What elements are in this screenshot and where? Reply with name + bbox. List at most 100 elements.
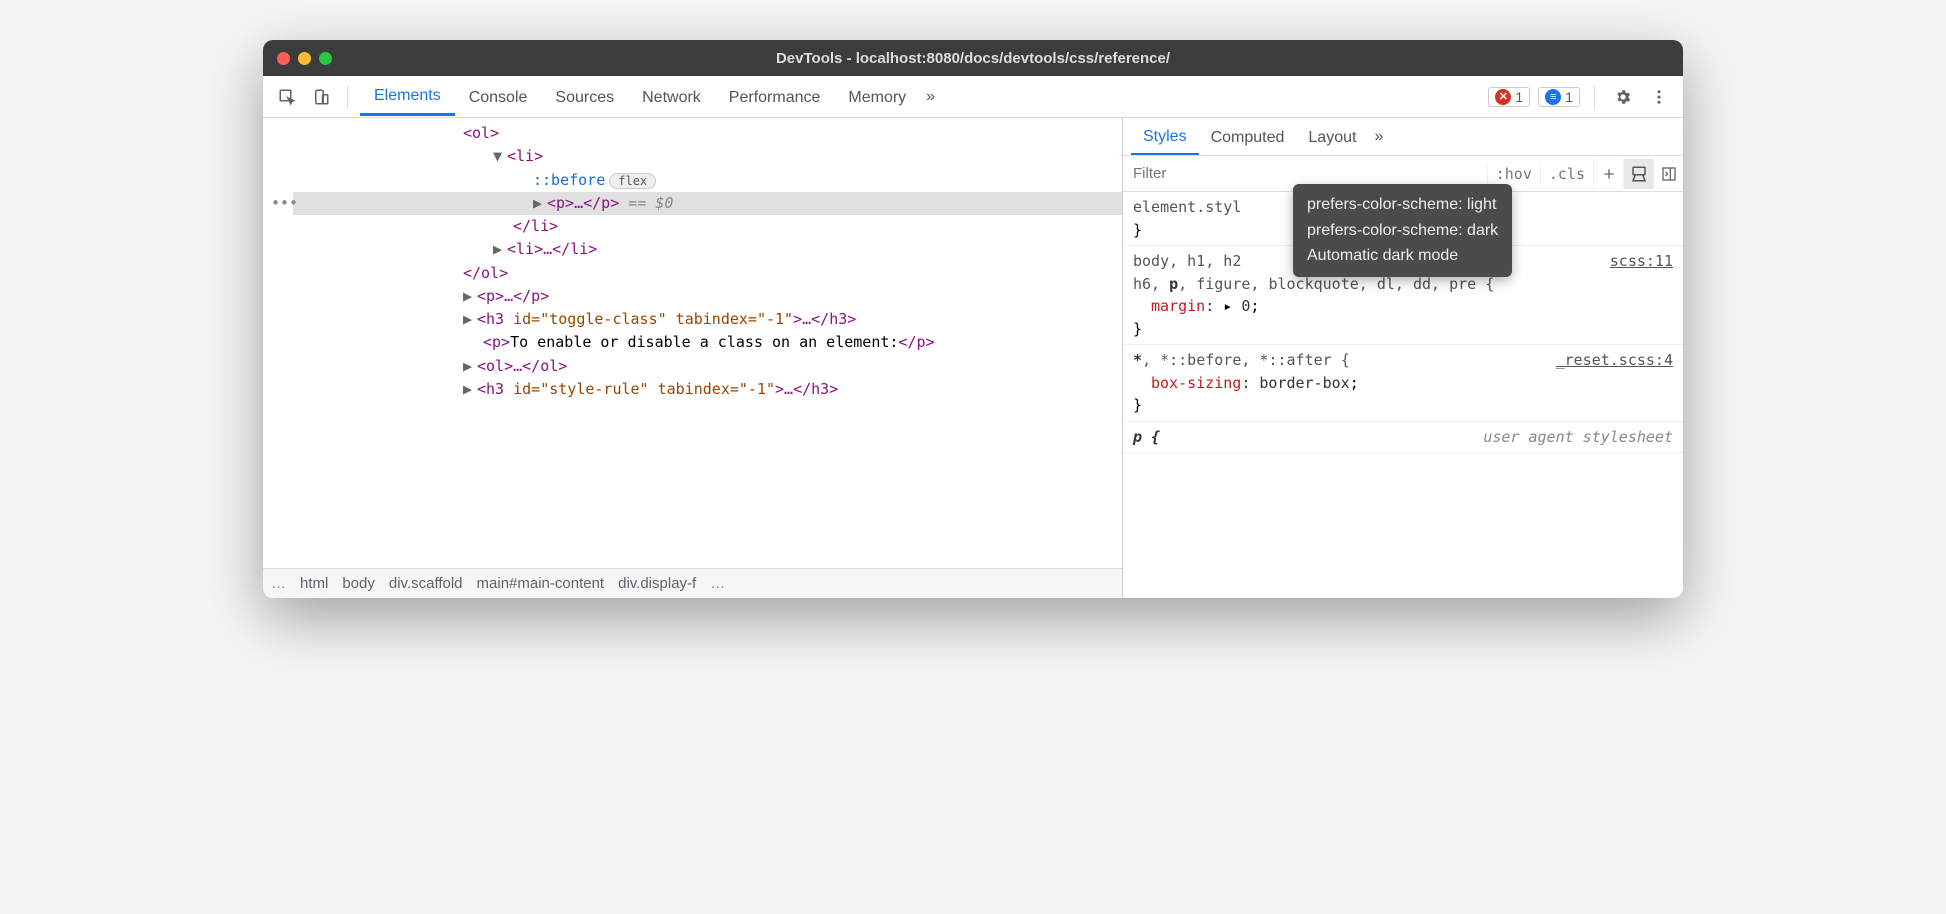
dom-node[interactable]: ▶<h3 id="toggle-class" tabindex="-1">…</… xyxy=(293,308,1122,331)
style-rule[interactable]: user agent stylesheet p { xyxy=(1123,422,1683,454)
tab-layout[interactable]: Layout xyxy=(1296,120,1368,154)
errors-count: 1 xyxy=(1515,89,1523,105)
tab-sources[interactable]: Sources xyxy=(541,79,628,115)
kebab-menu-icon[interactable] xyxy=(1645,83,1673,111)
crumb[interactable]: div.display-f xyxy=(618,575,696,592)
styles-tabs: Styles Computed Layout » xyxy=(1123,118,1683,156)
toolbar-right: ✕ 1 ≡ 1 xyxy=(1488,83,1673,111)
computed-sidebar-icon[interactable] xyxy=(1653,159,1683,189)
attr: id="toggle-class" tabindex="-1" xyxy=(513,310,793,328)
dom-node[interactable]: ▼<li> xyxy=(293,145,1122,168)
tag: <p>…</p> xyxy=(547,194,619,212)
dom-tree[interactable]: <ol> ▼<li> ::beforeflex ••• ▶<p>…</p> ==… xyxy=(263,118,1122,568)
settings-icon[interactable] xyxy=(1609,83,1637,111)
elements-panel: <ol> ▼<li> ::beforeflex ••• ▶<p>…</p> ==… xyxy=(263,118,1123,598)
panel-tabs: Elements Console Sources Network Perform… xyxy=(360,77,941,116)
menu-item[interactable]: prefers-color-scheme: dark xyxy=(1307,218,1498,244)
selector: body, h1, h2 xyxy=(1133,252,1241,270)
tag: <li>…</li> xyxy=(507,240,597,258)
style-rule[interactable]: _reset.scss:4 **, *::before, *::after {,… xyxy=(1123,345,1683,422)
error-icon: ✕ xyxy=(1495,89,1511,105)
tab-elements[interactable]: Elements xyxy=(360,77,455,116)
tag: <ol>…</ol> xyxy=(477,357,567,375)
devtools-window: DevTools - localhost:8080/docs/devtools/… xyxy=(263,40,1683,598)
dom-node[interactable]: ▶<ol>…</ol> xyxy=(293,355,1122,378)
dom-node[interactable]: <ol> xyxy=(293,122,1122,145)
errors-badge[interactable]: ✕ 1 xyxy=(1488,87,1530,107)
more-tabs-icon[interactable]: » xyxy=(920,88,941,106)
separator xyxy=(347,85,348,109)
new-style-rule-icon[interactable] xyxy=(1593,159,1623,189)
cls-toggle[interactable]: .cls xyxy=(1540,165,1593,183)
tag: </li> xyxy=(513,217,558,235)
css-value[interactable]: 0 xyxy=(1241,297,1250,315)
tag: >…</h3> xyxy=(793,310,856,328)
more-tabs-icon[interactable]: » xyxy=(1368,128,1389,146)
titlebar: DevTools - localhost:8080/docs/devtools/… xyxy=(263,40,1683,76)
tab-network[interactable]: Network xyxy=(628,79,715,115)
selector: element.styl xyxy=(1133,198,1241,216)
tab-computed[interactable]: Computed xyxy=(1199,120,1297,154)
ua-label: user agent stylesheet xyxy=(1483,426,1673,449)
menu-item[interactable]: Automatic dark mode xyxy=(1307,243,1498,269)
tab-performance[interactable]: Performance xyxy=(715,79,835,115)
flex-badge[interactable]: flex xyxy=(609,173,656,189)
more-actions-icon[interactable]: ••• xyxy=(271,192,298,215)
zoom-button[interactable] xyxy=(319,52,332,65)
crumb[interactable]: html xyxy=(300,575,328,592)
rendering-emulations-icon[interactable] xyxy=(1623,159,1653,189)
issues-count: 1 xyxy=(1565,89,1573,105)
crumb[interactable]: body xyxy=(342,575,375,592)
tab-styles[interactable]: Styles xyxy=(1131,119,1199,155)
tag: <li> xyxy=(507,147,543,165)
dom-node[interactable]: ▶<li>…</li> xyxy=(293,238,1122,261)
dom-node[interactable]: </li> xyxy=(293,215,1122,238)
selector-match: p xyxy=(1169,275,1178,293)
tag: <p> xyxy=(483,333,510,351)
main-toolbar: Elements Console Sources Network Perform… xyxy=(263,76,1683,118)
dom-node[interactable]: ::beforeflex xyxy=(293,169,1122,192)
tab-console[interactable]: Console xyxy=(455,79,542,115)
styles-panel: Styles Computed Layout » :hov .cls xyxy=(1123,118,1683,598)
attr: id="style-rule" tabindex="-1" xyxy=(513,380,775,398)
dom-node[interactable]: <p>To enable or disable a class on an el… xyxy=(293,331,1122,354)
css-property[interactable]: box-sizing xyxy=(1151,374,1241,392)
selector: p { xyxy=(1133,428,1160,446)
selector: h6, xyxy=(1133,275,1169,293)
separator xyxy=(1594,85,1595,109)
source-link[interactable]: scss:11 xyxy=(1610,250,1673,273)
dom-node[interactable]: </ol> xyxy=(293,262,1122,285)
dom-node[interactable]: ▶<p>…</p> xyxy=(293,285,1122,308)
tag: <h3 xyxy=(477,310,513,328)
tag: </p> xyxy=(898,333,934,351)
close-button[interactable] xyxy=(277,52,290,65)
crumb[interactable]: div.scaffold xyxy=(389,575,463,592)
tag: </ol> xyxy=(463,264,508,282)
source-link[interactable]: _reset.scss:4 xyxy=(1556,349,1673,372)
dom-node-selected[interactable]: ••• ▶<p>…</p> == $0 xyxy=(293,192,1122,215)
text: To enable or disable a class on an eleme… xyxy=(510,333,898,351)
inspect-icon[interactable] xyxy=(273,83,301,111)
window-title: DevTools - localhost:8080/docs/devtools/… xyxy=(776,50,1170,67)
panels: <ol> ▼<li> ::beforeflex ••• ▶<p>…</p> ==… xyxy=(263,118,1683,598)
color-scheme-menu: prefers-color-scheme: light prefers-colo… xyxy=(1293,184,1512,277)
minimize-button[interactable] xyxy=(298,52,311,65)
css-value[interactable]: border-box xyxy=(1259,374,1349,392)
tag: <h3 xyxy=(477,380,513,398)
menu-item[interactable]: prefers-color-scheme: light xyxy=(1307,192,1498,218)
issues-badge[interactable]: ≡ 1 xyxy=(1538,87,1580,107)
selector: , figure, blockquote, dl, dd, pre { xyxy=(1178,275,1494,293)
device-toolbar-icon[interactable] xyxy=(307,83,335,111)
crumb[interactable]: main#main-content xyxy=(477,575,605,592)
tag: >…</h3> xyxy=(775,380,838,398)
tab-memory[interactable]: Memory xyxy=(834,79,920,115)
pseudo: ::before xyxy=(533,171,605,189)
css-property[interactable]: margin xyxy=(1151,297,1205,315)
crumb-more[interactable]: … xyxy=(271,575,286,592)
traffic-lights xyxy=(277,52,332,65)
dom-node[interactable]: ▶<h3 id="style-rule" tabindex="-1">…</h3… xyxy=(293,378,1122,401)
hov-toggle[interactable]: :hov xyxy=(1487,165,1540,183)
tag: <ol> xyxy=(463,124,499,142)
dollar-marker: == $0 xyxy=(628,194,673,212)
crumb-more[interactable]: … xyxy=(710,575,725,592)
